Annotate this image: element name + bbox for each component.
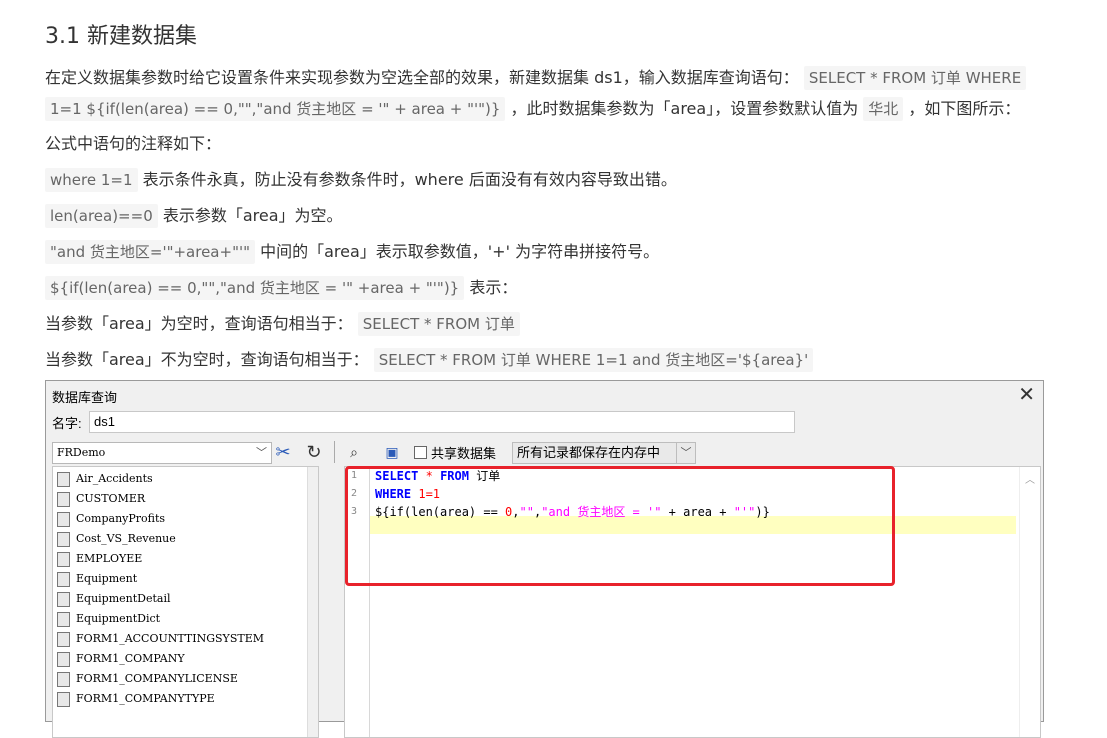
intro-text: 在定义数据集参数时给它设置条件来实现参数为空选全部的效果，新建数据集 ds1，输… (45, 68, 799, 87)
inline-code: SELECT * FROM 订单 WHERE 1=1 and 货主地区='${a… (373, 348, 814, 372)
paragraph-note-3: "and 货主地区='"+area+"'" 中间的「area」表示取参数值，'+… (45, 237, 659, 267)
table-list-item[interactable]: FORM1_COMPANYLICENSE (57, 669, 238, 689)
table-icon (57, 511, 70, 527)
inline-code: 1=1 ${if(len(area) == 0,"","and 货主地区 = '… (45, 97, 506, 121)
table-name: FORM1_COMPANYTYPE (76, 692, 215, 705)
table-name: EquipmentDict (76, 612, 161, 625)
dropdown-arrow-icon: ﹀ (256, 446, 267, 459)
table-name: FORM1_COMPANYLICENSE (76, 672, 238, 685)
note-text: 当参数「area」不为空时，查询语句相当于： (45, 350, 369, 369)
toolbar-divider (334, 441, 335, 463)
table-icon (57, 611, 70, 627)
memory-mode-value: 所有记录都保存在内存中 (517, 445, 661, 460)
paragraph-note-1: where 1=1 表示条件永真，防止没有参数条件时，where 后面没有有效内… (45, 165, 677, 195)
table-name: Air_Accidents (76, 472, 153, 485)
annotation-highlight-box (345, 466, 895, 586)
note-text: 表示： (469, 278, 518, 297)
datasource-value: FRDemo (57, 446, 106, 459)
table-name: EMPLOYEE (76, 552, 143, 565)
table-name: FORM1_ACCOUNTTINGSYSTEM (76, 632, 264, 645)
table-name: EquipmentDetail (76, 592, 171, 605)
paragraph-notes-title: 公式中语句的注释如下： (45, 134, 222, 153)
table-icon (57, 691, 70, 707)
table-name: Cost_VS_Revenue (76, 532, 176, 545)
table-list-item[interactable]: FORM1_COMPANYTYPE (57, 689, 215, 709)
close-icon[interactable]: ✕ (1018, 382, 1035, 407)
inline-code: where 1=1 (45, 168, 138, 192)
table-list: Air_Accidents CUSTOMER CompanyProfits Cost_… (52, 466, 319, 738)
table-icon (57, 571, 70, 587)
note-text: 表示条件永真，防止没有参数条件时，where 后面没有有效内容导致出错。 (142, 170, 677, 189)
table-icon (57, 631, 70, 647)
table-list-scrollbar[interactable] (307, 467, 318, 737)
name-label: 名字: (52, 416, 82, 431)
table-list-item[interactable]: EMPLOYEE (57, 549, 142, 569)
table-list-item[interactable]: CUSTOMER (57, 489, 145, 509)
table-icon (57, 491, 70, 507)
table-list-item[interactable]: Cost_VS_Revenue (57, 529, 176, 549)
table-list-item[interactable]: Equipment (57, 569, 137, 589)
paragraph-note-5: 当参数「area」为空时，查询语句相当于： SELECT * FROM 订单 (45, 309, 520, 339)
table-icon (57, 531, 70, 547)
memory-mode-select[interactable]: 所有记录都保存在内存中 ﹀ (512, 442, 696, 464)
table-name: CUSTOMER (76, 492, 146, 505)
share-dataset-label: 共享数据集 (431, 446, 497, 461)
tools-icon[interactable]: ✂ (272, 441, 294, 463)
dropdown-arrow-icon: ﹀ (676, 443, 695, 463)
table-name: FORM1_COMPANY (76, 652, 185, 665)
note-text: 中间的「area」表示取参数值，'+' 为字符串拼接符号。 (260, 242, 660, 261)
paragraph-note-4: ${if(len(area) == 0,"","and 货主地区 = '" +a… (45, 273, 517, 303)
paragraph-note-2: len(area)==0 表示参数「area」为空。 (45, 201, 343, 231)
paragraph-intro: 在定义数据集参数时给它设置条件来实现参数为空选全部的效果，新建数据集 ds1，输… (45, 63, 1027, 93)
table-list-item[interactable]: Air_Accidents (57, 469, 153, 489)
datasource-select[interactable]: FRDemo ﹀ (52, 442, 272, 464)
inline-code: ${if(len(area) == 0,"","and 货主地区 = '" +a… (45, 276, 465, 300)
table-icon (57, 551, 70, 567)
inline-code: SELECT * FROM 订单 (357, 312, 520, 336)
note-text: 当参数「area」为空时，查询语句相当于： (45, 314, 353, 333)
inline-code: "and 货主地区='"+area+"'" (45, 240, 255, 264)
table-icon (57, 671, 70, 687)
intro-text: ，此时数据集参数为「area」，设置参数默认值为 (510, 99, 859, 118)
table-list-item[interactable]: EquipmentDetail (57, 589, 171, 609)
table-icon (57, 471, 70, 487)
table-list-item[interactable]: FORM1_COMPANY (57, 649, 185, 669)
table-name: Equipment (76, 572, 138, 585)
inline-code: SELECT * FROM 订单 WHERE (803, 66, 1027, 90)
paragraph-note-6: 当参数「area」不为空时，查询语句相当于： SELECT * FROM 订单 … (45, 345, 814, 375)
table-list-item[interactable]: FORM1_ACCOUNTTINGSYSTEM (57, 629, 264, 649)
intro-text: ，如下图所示： (908, 99, 1021, 118)
table-list-item[interactable]: CompanyProfits (57, 509, 165, 529)
name-input[interactable]: ds1 (89, 411, 795, 433)
scroll-up-icon[interactable]: ︿ (1025, 471, 1035, 486)
note-text: 表示参数「area」为空。 (162, 206, 343, 225)
table-icon (57, 591, 70, 607)
share-dataset-checkbox[interactable] (414, 446, 427, 459)
section-heading: 3.1 新建数据集 (45, 24, 197, 49)
table-icon (57, 651, 70, 667)
table-list-item[interactable]: EquipmentDict (57, 609, 160, 629)
paragraph-intro-cont: 1=1 ${if(len(area) == 0,"","and 货主地区 = '… (45, 94, 1020, 124)
dialog-title: 数据库查询 (52, 390, 118, 405)
inline-code: len(area)==0 (45, 204, 158, 228)
preview-icon[interactable]: ⌕ (344, 441, 364, 463)
table-name: CompanyProfits (76, 512, 166, 525)
editor-scrollbar[interactable]: ︿ (1019, 467, 1040, 737)
inline-code: 华北 (863, 97, 904, 121)
refresh-icon[interactable]: ↻ (304, 441, 324, 463)
save-icon[interactable]: ▣ (382, 441, 402, 463)
